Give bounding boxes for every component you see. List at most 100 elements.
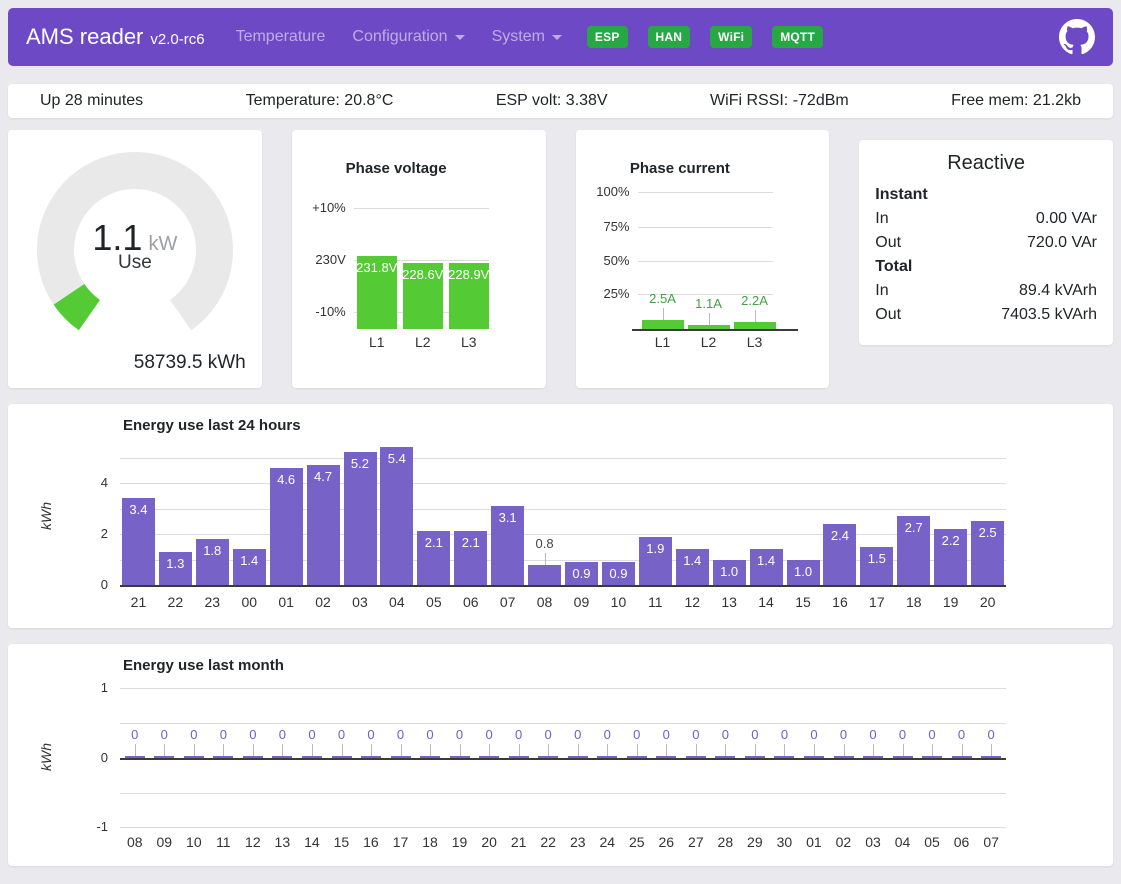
bar-L2 (688, 325, 730, 329)
gridline (120, 793, 1006, 794)
bar-value-label: 0.8 (526, 536, 563, 551)
bar-05 (922, 756, 942, 758)
bar-value-label: 0 (356, 727, 386, 742)
bar-value-label: 0 (888, 727, 918, 742)
x-axis-tick: 27 (681, 834, 711, 850)
bar-value-label: 0 (799, 727, 829, 742)
label-connector (814, 744, 815, 756)
bar-value-label: 0 (563, 727, 593, 742)
label-connector (578, 744, 579, 756)
bar-value-label: 231.8V (354, 260, 400, 275)
nav-item-temperature[interactable]: Temperature (236, 28, 326, 46)
phase-voltage-card: Phase voltage +10%230V-10%231.8VL1228.6V… (292, 130, 546, 388)
y-axis-tick: 100% (576, 184, 630, 199)
phase-current-chart: 100%75%50%25%2.5AL11.1AL22.2AL3 (576, 130, 830, 388)
bar-value-label: 5.2 (342, 456, 379, 471)
bar-12 (243, 756, 263, 758)
energy-month-card: Energy use last month kWh 10-10080090100… (8, 644, 1113, 866)
bar-21 (509, 756, 529, 758)
bar-28 (715, 756, 735, 758)
y-axis-tick: 1 (8, 680, 108, 695)
y-axis-tick: 230V (292, 252, 346, 267)
label-connector (371, 744, 372, 756)
bar-value-label: 0 (829, 727, 859, 742)
power-gauge-card: 1.1kW Use 58739.5 kWh (8, 130, 262, 388)
gridline (120, 688, 1006, 689)
x-axis-tick: 04 (378, 594, 415, 610)
x-axis-tick: 08 (120, 834, 150, 850)
bar-15 (332, 756, 352, 758)
bar-value-label: 0 (947, 727, 977, 742)
x-axis-tick: 09 (150, 834, 180, 850)
bar-value-label: 5.4 (378, 451, 415, 466)
bar-18 (420, 756, 440, 758)
total-energy-value: 58739.5 kWh (134, 352, 246, 374)
nav-item-system[interactable]: System (492, 28, 562, 46)
bar-L3 (734, 322, 776, 330)
bar-14 (302, 756, 322, 758)
bar-11 (213, 756, 233, 758)
label-connector (253, 744, 254, 756)
bar-17 (391, 756, 411, 758)
reactive-row-value: 0.00 VAr (1036, 207, 1097, 231)
gridline (120, 827, 1006, 828)
label-connector (784, 744, 785, 756)
x-axis-tick: L2 (686, 334, 732, 350)
bar-value-label: 0 (770, 727, 800, 742)
label-connector (903, 744, 904, 756)
app-version: v2.0-rc6 (150, 31, 204, 48)
bar-30 (774, 756, 794, 758)
y-axis-tick: -10% (292, 304, 346, 319)
reactive-section-label: Instant (875, 183, 1097, 207)
reactive-row: In0.00 VAr (875, 207, 1097, 231)
bar-value-label: 228.9V (446, 267, 492, 282)
x-axis-tick: 12 (238, 834, 268, 850)
x-axis-tick: 14 (297, 834, 327, 850)
bar-value-label: 1.8 (194, 543, 231, 558)
x-axis-tick: 12 (674, 594, 711, 610)
x-axis-tick: 17 (858, 594, 895, 610)
bar-value-label: 0 (917, 727, 947, 742)
github-link[interactable] (1059, 19, 1095, 55)
label-connector (135, 744, 136, 756)
x-axis-tick: 20 (474, 834, 504, 850)
free-mem-text: Free mem: 21.2kb (951, 92, 1081, 110)
bar-value-label: 0 (415, 727, 445, 742)
label-connector (755, 310, 756, 322)
label-connector (725, 744, 726, 756)
reactive-row-value: 7403.5 kVArh (1001, 303, 1097, 327)
bar-L1 (642, 320, 684, 329)
bar-value-label: 1.4 (231, 553, 268, 568)
reactive-row: Out720.0 VAr (875, 231, 1097, 255)
y-axis-tick: 0 (8, 577, 108, 592)
x-axis-tick: 09 (563, 594, 600, 610)
label-connector (696, 744, 697, 756)
x-axis-tick: 01 (268, 594, 305, 610)
x-axis-tick: 03 (858, 834, 888, 850)
bar-value-label: 0 (681, 727, 711, 742)
gridline (120, 509, 1006, 510)
label-connector (342, 744, 343, 756)
bar-value-label: 0 (445, 727, 475, 742)
x-axis-tick: 13 (711, 594, 748, 610)
x-axis-tick: 22 (533, 834, 563, 850)
app-brand[interactable]: AMS reader v2.0-rc6 (26, 24, 205, 50)
bar-value-label: 1.1A (686, 296, 732, 311)
bar-22 (538, 756, 558, 758)
nav-item-configuration[interactable]: Configuration (352, 28, 464, 46)
reactive-rows: InstantIn0.00 VArOut720.0 VArTotalIn89.4… (875, 183, 1097, 327)
x-axis-tick: 19 (445, 834, 475, 850)
bar-08 (125, 756, 145, 758)
bar-value-label: 0 (740, 727, 770, 742)
label-connector (430, 744, 431, 756)
bar-value-label: 0 (622, 727, 652, 742)
bar-value-label: 2.5 (969, 525, 1006, 540)
bar-value-label: 3.1 (489, 510, 526, 525)
status-badge-esp: ESP (587, 26, 628, 48)
label-connector (755, 744, 756, 756)
reactive-card: Reactive InstantIn0.00 VArOut720.0 VArTo… (859, 140, 1113, 345)
y-axis-tick: 2 (8, 526, 108, 541)
chevron-down-icon (455, 35, 465, 40)
gridline (120, 534, 1006, 535)
y-axis-tick: 75% (576, 219, 630, 234)
